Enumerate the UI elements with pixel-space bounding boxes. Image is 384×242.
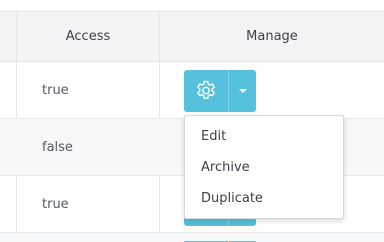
access-value: false [42, 140, 73, 155]
column-header-manage[interactable]: Manage [160, 12, 384, 61]
manage-settings-button[interactable] [184, 70, 228, 112]
menu-item-archive[interactable]: Archive [185, 152, 343, 183]
manage-dropdown-menu: Edit Archive Duplicate [184, 115, 344, 219]
manage-dropdown-toggle[interactable] [229, 70, 256, 112]
access-value: true [42, 83, 69, 98]
table-header: Access Manage [0, 11, 384, 62]
menu-item-duplicate[interactable]: Duplicate [185, 183, 343, 214]
caret-down-icon [238, 89, 247, 93]
gear-icon [197, 80, 215, 99]
menu-item-edit[interactable]: Edit [185, 121, 343, 152]
access-value: true [42, 197, 69, 212]
column-header-access[interactable]: Access [17, 12, 159, 61]
manage-split-button [184, 70, 256, 112]
table-top-strip [0, 0, 384, 11]
